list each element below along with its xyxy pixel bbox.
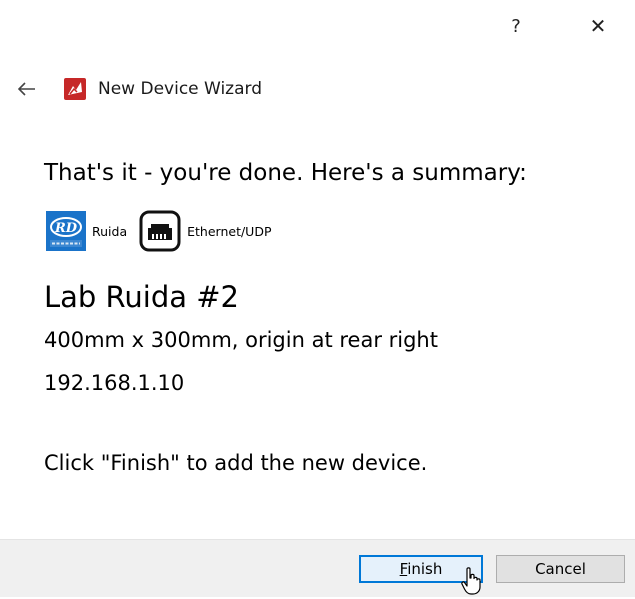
wizard-header: New Device Wizard (16, 78, 262, 100)
help-button[interactable]: ? (496, 10, 536, 42)
controller-label: Ruida (92, 223, 128, 239)
ruida-logo-icon: RD (46, 211, 86, 251)
finish-hint: Click "Finish" to add the new device. (44, 451, 428, 475)
connection-label: Ethernet/UDP (187, 223, 272, 239)
back-arrow-icon[interactable] (16, 78, 38, 100)
help-icon: ? (511, 15, 521, 37)
device-name: Lab Ruida #2 (44, 280, 239, 314)
summary-intro: That's it - you're done. Here's a summar… (44, 160, 527, 186)
finish-button[interactable]: Finish (359, 555, 483, 583)
cancel-button-label: Cancel (535, 560, 586, 578)
device-ip-address: 192.168.1.10 (44, 371, 185, 395)
close-button[interactable]: ✕ (578, 10, 618, 42)
svg-text:RD: RD (54, 221, 78, 236)
finish-button-label: Finish (399, 560, 443, 578)
dialog-footer: Finish Cancel (0, 539, 635, 597)
ethernet-icon (139, 210, 181, 252)
close-icon: ✕ (589, 14, 607, 38)
wizard-title: New Device Wizard (98, 79, 263, 99)
device-badges: RD Ruida Ethernet/UDP (46, 210, 272, 252)
lightburn-app-icon (64, 78, 86, 100)
device-size-origin: 400mm x 300mm, origin at rear right (44, 328, 438, 352)
cancel-button[interactable]: Cancel (496, 555, 625, 583)
